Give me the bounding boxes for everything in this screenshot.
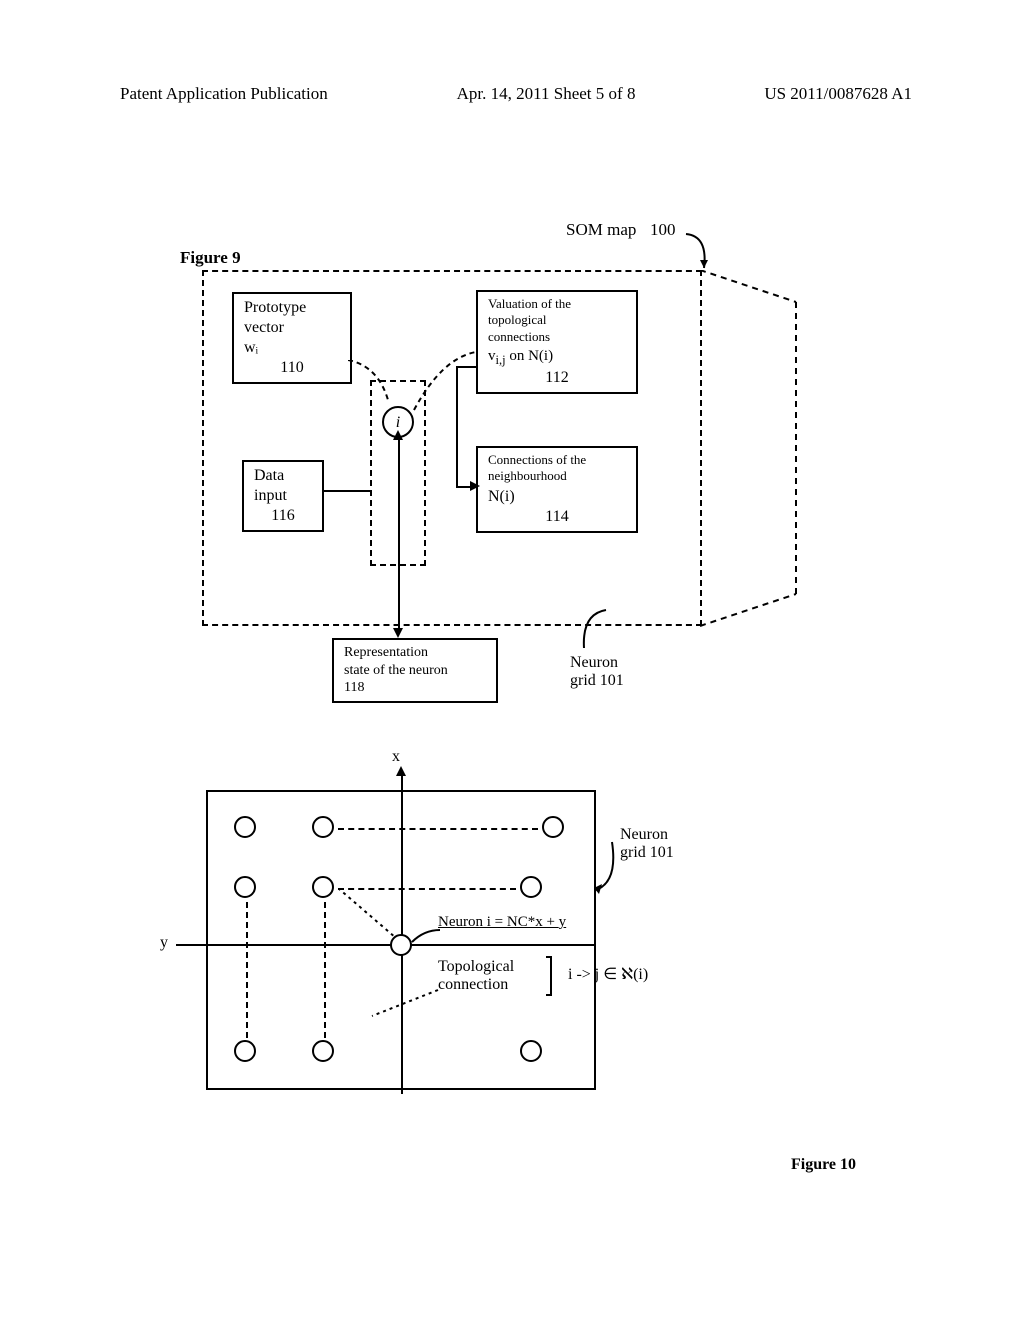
grid-node [542,816,564,838]
datainput-to-region-line [324,490,372,492]
figure-9: Figure 9 SOM map 100 Prototype vector wᵢ… [180,230,880,720]
valuation-sym-mid: on [506,348,529,364]
grid-node [520,1040,542,1062]
grid-node [520,876,542,898]
prototype-symbol: wᵢ [244,338,340,358]
neighbourhood-l2: neighbourhood [488,468,626,484]
date-sheet-label: Apr. 14, 2011 Sheet 5 of 8 [457,84,636,104]
grid-node [234,1040,256,1062]
x-axis-label: x [392,748,400,766]
neuron-equation: Neuron i = NC*x + y [438,914,566,931]
document-number: US 2011/0087628 A1 [764,84,912,104]
neuron-vertical-line [398,438,400,566]
valuation-l1: Valuation of the [488,296,626,312]
grid-node [312,1040,334,1062]
neighbourhood-ref: 114 [488,507,626,527]
representation-l1: Representation [344,644,486,662]
page-header: Patent Application Publication Apr. 14, … [0,84,1024,104]
grid-dashline-v [246,902,248,1038]
topo-l2: connection [438,976,546,994]
topo-l1: Topological [438,958,546,976]
neuron-grid-outer-l2: grid 101 [620,844,674,862]
prototype-l1: Prototype [244,298,340,318]
neighbourhood-arrowhead [470,481,480,491]
valuation-sym-sub: i,j [496,353,506,367]
valuation-l2: topological [488,312,626,328]
topo-rhs: i -> j ∈ ℵ(i) [568,964,648,984]
data-input-l2: input [254,486,312,506]
som-map-ref: 100 [650,220,676,240]
prototype-ref: 110 [244,358,340,378]
grid-node [312,876,334,898]
neighbourhood-sym: N(i) [488,487,626,507]
neuron-equation-y: y [559,914,567,930]
data-input-l1: Data [254,466,312,486]
publication-label: Patent Application Publication [120,84,328,104]
grid-node [312,816,334,838]
grid-dashline [338,828,538,830]
topo-bracket [546,956,552,996]
neuron-grid-outer-label: Neuron grid 101 [620,826,674,862]
neuron-equation-pointer [410,928,444,946]
neuron-grid-l1: Neuron [570,654,624,672]
neighbourhood-box: Connections of the neighbourhood N(i) 11… [476,446,638,533]
neuron-down-line [398,566,400,630]
valuation-l3: connections [488,329,626,345]
prototype-to-neuron-arrow [348,360,408,410]
neighbourhood-l1: Connections of the [488,452,626,468]
representation-l2: state of the neuron [344,662,486,680]
x-axis-arrowhead [396,766,406,776]
grid-node [234,876,256,898]
neuron-equation-pre: Neuron i = NC*x + [438,914,559,930]
valuation-neighbourhood-line [456,366,458,486]
neuron-grid-brace [576,608,616,654]
figure-10: x y Neuron i = NC*x + y Topological conn… [206,760,846,1140]
topological-connection-label: Topological connection [438,958,546,994]
neuron-to-valuation-arrow [412,348,492,420]
neuron-up-arrowhead [393,430,403,440]
neuron-grid-outer-l1: Neuron [620,826,674,844]
som-ref-pointer [678,226,738,274]
figure-10-caption: Figure 10 [791,1156,856,1174]
som-perspective-lines [700,270,820,630]
figure-9-title: Figure 9 [180,248,241,268]
prototype-vector-box: Prototype vector wᵢ 110 [232,292,352,384]
representation-box: Representation state of the neuron 118 [332,638,498,703]
valuation-ref: 112 [488,368,626,388]
representation-ref: 118 [344,679,486,697]
grid-dashline-v [324,902,326,1038]
data-input-ref: 116 [254,506,312,526]
prototype-l2: vector [244,318,340,338]
y-axis-label: y [160,934,168,952]
valuation-tee-top [456,366,478,368]
grid-node [234,816,256,838]
data-input-box: Data input 116 [242,460,324,532]
valuation-sym-n: N(i) [528,348,553,364]
valuation-box: Valuation of the topological connections… [476,290,638,394]
som-map-label: SOM map [566,220,636,240]
neuron-grid-l2: grid 101 [570,672,624,690]
topo-label-pointer [366,960,442,1020]
neuron-grid-label: Neuron grid 101 [570,654,624,690]
valuation-symbol-line: vi,j on N(i) [488,347,626,369]
